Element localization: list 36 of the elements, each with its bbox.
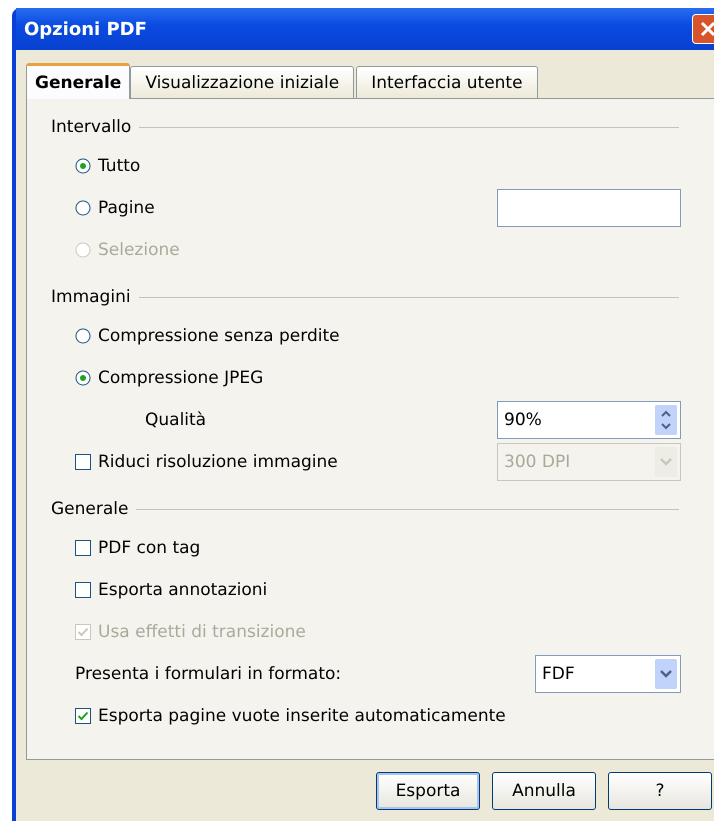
chevron-down-icon: [655, 659, 677, 689]
checkbox[interactable]: [75, 708, 91, 724]
chevron-down-icon: [655, 447, 677, 477]
pages-input-field[interactable]: [497, 189, 681, 227]
option-label: Esporta annotazioni: [98, 580, 268, 600]
tab[interactable]: Generale: [26, 63, 130, 99]
radio-button[interactable]: [75, 200, 91, 216]
option-label: Qualità: [144, 410, 206, 430]
checkbox[interactable]: [75, 454, 91, 470]
quality-spin-field[interactable]: 90%: [497, 401, 681, 439]
checkbox[interactable]: [75, 540, 91, 556]
option-label: Tutto: [98, 156, 140, 176]
radio-button[interactable]: [75, 328, 91, 344]
option-label: Esporta pagine vuote inserite automaticamente: [98, 706, 506, 726]
dialog-button[interactable]: Esporta: [376, 772, 480, 810]
radio-button[interactable]: [75, 158, 91, 174]
option-label: PDF con tag: [98, 538, 200, 558]
spin-arrows-icon[interactable]: [655, 405, 677, 435]
option-label: Pagine: [98, 198, 155, 218]
section-heading: Intervallo: [51, 117, 132, 137]
tab[interactable]: Visualizzazione iniziale: [130, 66, 354, 98]
dialog-button[interactable]: ?: [608, 772, 712, 810]
option-label: Presenta i formulari in formato:: [75, 664, 342, 684]
radio-button[interactable]: [75, 370, 91, 386]
section-heading: Immagini: [51, 287, 131, 307]
tab[interactable]: Interfaccia utente: [356, 66, 538, 98]
option-label: Usa effetti di transizione: [98, 622, 306, 642]
section-heading: Generale: [51, 499, 128, 519]
dialog-button[interactable]: Annulla: [492, 772, 596, 810]
dropdown[interactable]: FDF: [535, 655, 681, 693]
option-label: Compressione JPEG: [98, 368, 264, 388]
option-label: Riduci risoluzione immagine: [98, 452, 338, 472]
checkbox[interactable]: [75, 582, 91, 598]
option-label: Compressione senza perdite: [98, 326, 340, 346]
window-title: Opzioni PDF: [24, 18, 147, 40]
option-label: Selezione: [98, 240, 180, 260]
